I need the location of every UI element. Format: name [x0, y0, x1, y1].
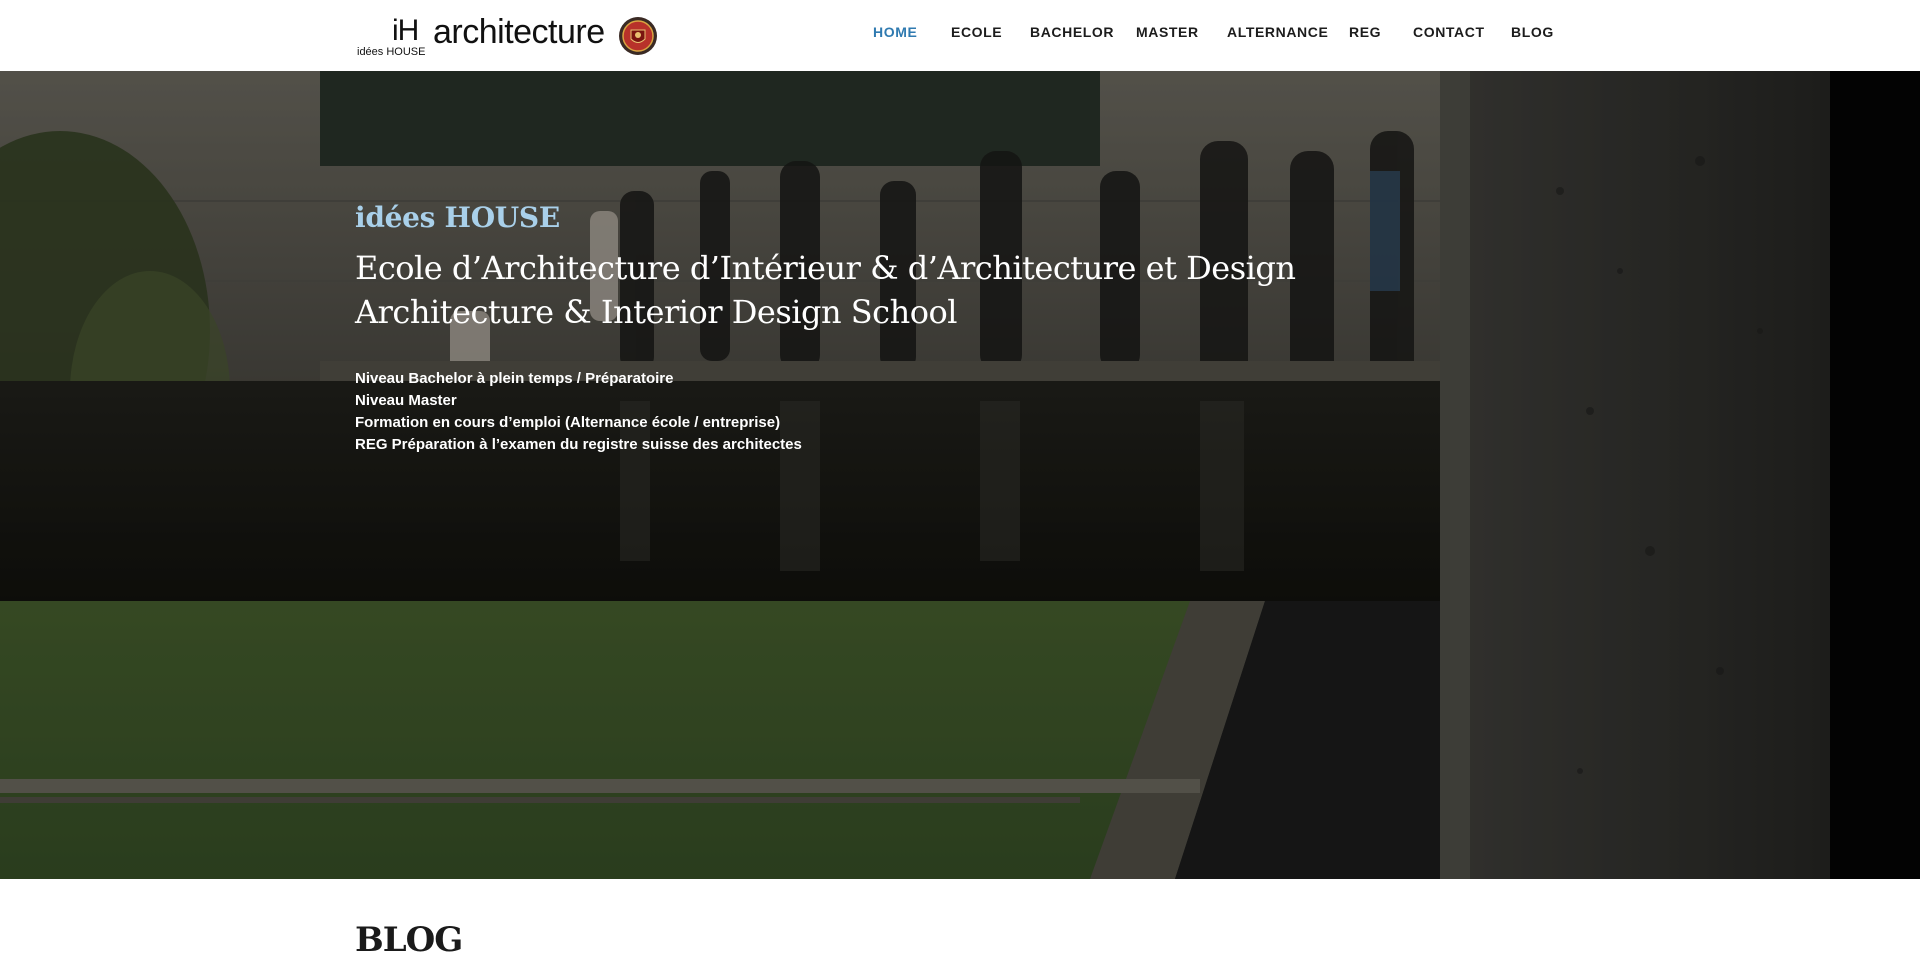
program-item: Niveau Master [355, 392, 457, 409]
nav-reg[interactable]: REG [1349, 24, 1381, 40]
nav-alternance[interactable]: ALTERNANCE [1227, 24, 1328, 40]
nav-contact[interactable]: CONTACT [1413, 24, 1485, 40]
program-item: REG Préparation à l’examen du registre s… [355, 436, 802, 453]
hero-title-en: Architecture & Interior Design School [355, 293, 957, 331]
program-list: Niveau Bachelor à plein temps / Préparat… [355, 368, 1355, 456]
blog-section-title: BLOG [355, 920, 463, 960]
nav-blog[interactable]: BLOG [1511, 24, 1554, 40]
hero-banner: idées HOUSE Ecole d’Architecture d’Intér… [0, 71, 1920, 879]
hero-title-fr: Ecole d’Architecture d’Intérieur & d’Arc… [355, 249, 1296, 287]
main-navigation: HOME ECOLE BACHELOR MASTER ALTERNANCE RE… [0, 0, 1920, 71]
nav-bachelor[interactable]: BACHELOR [1030, 24, 1114, 40]
hero-content: idées HOUSE Ecole d’Architecture d’Intér… [355, 201, 1355, 456]
nav-home[interactable]: HOME [873, 24, 917, 40]
nav-ecole[interactable]: ECOLE [951, 24, 1002, 40]
program-item: Niveau Bachelor à plein temps / Préparat… [355, 370, 674, 387]
hero-kicker: idées HOUSE [355, 201, 560, 234]
site-header: iH idées HOUSE architecture HOME ECOLE B… [0, 0, 1920, 71]
hero-background-photo [0, 71, 1920, 879]
nav-master[interactable]: MASTER [1136, 24, 1199, 40]
program-item: Formation en cours d’emploi (Alternance … [355, 414, 781, 431]
